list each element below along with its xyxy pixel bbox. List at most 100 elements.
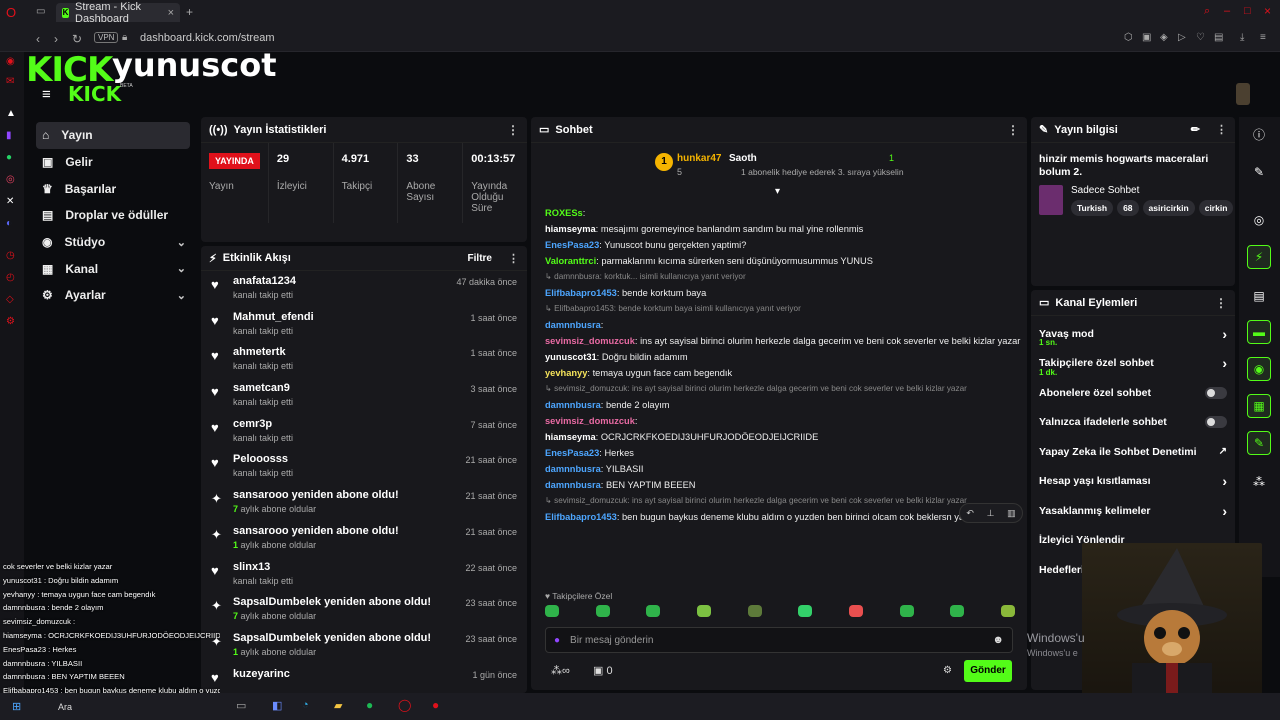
channel-action-item[interactable]: Takipçilere özel sohbet 1 dk. › [1031,349,1235,379]
sidebar-item-yayin[interactable]: ⌂ Yayın [36,122,190,149]
more-icon[interactable]: ⋮ [507,123,519,137]
app-taskbar-icon[interactable]: ● [432,698,439,712]
reply-context[interactable]: ↳ sevimsiz_domuzcuk: ins ayt sayisal bir… [531,383,1027,395]
minimize-icon[interactable]: – [1224,5,1230,17]
windows-start-icon[interactable]: ⊞ [12,700,21,713]
folder-icon[interactable]: ▰ [334,699,342,712]
camera-icon[interactable]: ◎ [1247,208,1271,232]
activity-item[interactable]: ♥ sametcan9 kanalı takip etti 3 saat önce [201,378,527,414]
points-icon[interactable]: ⁂∞ [551,664,570,677]
leader-user[interactable]: hunkar47 [677,153,721,164]
emote-icon[interactable] [950,605,965,617]
chat-username[interactable]: damnnbusra [545,480,601,490]
category-name[interactable]: Sadece Sohbet [1071,185,1227,196]
forward-icon[interactable]: › [54,32,58,46]
chat-username[interactable]: sevimsiz_domuzcuk [545,416,635,426]
chat-message[interactable]: EnesPasa23: Herkes [531,447,1027,459]
info-icon[interactable]: ⓘ [1247,122,1271,146]
chat-username[interactable]: ROXESs [545,208,583,218]
aria-icon[interactable]: ▲ [6,108,16,119]
chat-username[interactable]: yunuscot31 [545,352,597,362]
send-button[interactable]: Gönder [964,660,1012,682]
channel-action-item[interactable]: Yalnızca ifadelerle sohbet [1031,408,1235,438]
tag[interactable]: cirkin [1198,200,1234,216]
chat-username[interactable]: damnnbusra [545,400,601,410]
emote-icon[interactable] [545,605,559,617]
broadcast-toggle-icon[interactable]: ◉ [1247,357,1271,381]
instagram-icon[interactable]: ◎ [6,174,15,185]
mic-icon[interactable]: ● [554,635,560,646]
edit-icon[interactable]: ✏︎ [1191,123,1200,136]
tab-menu-icon[interactable]: ▭ [36,6,45,17]
filter-button[interactable]: Filtre [468,253,492,264]
sidebar-item-droplar[interactable]: ▤ Droplar ve ödüller [36,202,190,229]
activity-item[interactable]: ♥ Pelooosss kanalı takip etti 21 saat önce [201,449,527,485]
sidebar-item-gelir[interactable]: ▣ Gelir [36,149,190,176]
back-icon[interactable]: ‹ [36,32,40,46]
clipboard-icon[interactable]: ▤ [1247,284,1271,308]
spotify-icon[interactable]: ● [366,698,373,712]
chat-message[interactable]: ROXESs: [531,207,1027,219]
activity-toggle-icon[interactable]: ▦ [1247,394,1271,418]
chat-username[interactable]: Elifbabapro1453 [545,288,617,298]
more-widgets-icon[interactable]: ⁂ [1247,470,1271,494]
chat-username[interactable]: EnesPasa23 [545,240,599,250]
task-view-icon[interactable]: ▭ [236,699,246,712]
x-icon[interactable]: ✕ [6,196,14,207]
pencil-icon[interactable]: ✎ [1247,160,1271,184]
sidebar-item-studyo[interactable]: ◉ Stüdyo ⌄ [36,229,190,256]
channel-action-item[interactable]: Hesap yaşı kısıtlaması › [1031,467,1235,497]
chat-message[interactable]: Valoranttrci: parmaklarımı kıcıma sürerk… [531,255,1027,267]
teams-icon[interactable]: ◧ [272,699,282,712]
history-icon[interactable]: ◷ [6,250,15,261]
wrench-toggle-icon[interactable]: ✎ [1247,431,1271,455]
search-icon[interactable]: ⌕ [1204,5,1210,18]
chat-username[interactable]: Elifbabapro1453 [545,512,617,522]
maximize-icon[interactable]: □ [1244,5,1251,17]
reply-context[interactable]: ↳ Elifbabapro1453: bende korktum baya is… [531,303,1027,315]
discord-icon[interactable]: ◐ [6,218,12,229]
chat-settings-icon[interactable]: ⚙ [943,665,952,676]
wallet-icon[interactable]: ▤ [1214,32,1223,43]
toggle-switch[interactable] [1205,416,1227,429]
emote-icon[interactable] [646,605,661,617]
activity-item[interactable]: ♥ anafata1234 kanalı takip etti 47 dakika ö… [201,271,527,307]
emote-icon[interactable] [1000,605,1015,617]
menu-icon[interactable]: ≡ [1260,32,1266,43]
activity-item[interactable]: ✦ sansarooo yeniden abone oldu! 7 aylık ab… [201,485,527,521]
heart-icon[interactable]: ♡ [1196,32,1205,43]
emote-icon[interactable] [848,605,863,617]
more-icon[interactable]: ⋮ [1007,123,1019,137]
chat-input-placeholder[interactable]: Bir mesaj gönderin [570,635,653,646]
chat-message[interactable]: yunuscot31: Doğru bildin adamım [531,351,1027,363]
reply-context[interactable]: ↳ damnnbusra: korktuk... isimli kullanıc… [531,271,1027,283]
opera-logo-icon[interactable]: O [6,5,16,20]
chat-username[interactable]: sevimsiz_domuzcuk [545,336,635,346]
cube-icon[interactable]: ◇ [6,294,14,305]
collapse-icon[interactable]: ▾ [775,186,780,197]
activity-item[interactable]: ♥ ahmetertk kanalı takip etti 1 saat önce [201,342,527,378]
chat-message[interactable]: hiamseyma: OCRJCRKFKOEDIJ3UHFURJODÖEODJE… [531,431,1027,443]
activity-item[interactable]: ✦ SapsalDumbelek yeniden abone oldu! 7 ayl… [201,592,527,628]
kick-small-logo[interactable]: KICK [68,82,121,106]
whatsapp-icon[interactable]: ● [6,152,12,163]
more-icon[interactable]: ⋮ [508,252,519,265]
channel-action-item[interactable]: Yavaş mod 1 sn. › [1031,319,1235,349]
toggle-switch[interactable] [1205,386,1227,399]
messenger-icon[interactable]: ◉ [6,56,15,67]
chat-username[interactable]: EnesPasa23 [545,448,599,458]
sidebar-item-basarilar[interactable]: ♛ Başarılar [36,175,190,202]
chat-message[interactable]: yevhanyy: temaya uygun face cam begendık [531,367,1027,379]
gift-icon[interactable]: ▣ 0 [593,664,613,677]
channel-action-item[interactable]: Yapay Zeka ile Sohbet Denetimi ↗ [1031,437,1235,467]
chat-username[interactable]: damnnbusra [545,320,601,330]
emote-icon[interactable] [747,605,762,617]
reply-context[interactable]: ↳ sevimsiz_domuzcuk: ins ayt sayisal bir… [531,495,1027,507]
sidebar-item-ayarlar[interactable]: ⚙ Ayarlar ⌄ [36,282,190,309]
activity-item[interactable]: ♥ kuzeyarinc 1 gün önce [201,664,527,693]
tag[interactable]: 68 [1117,200,1139,216]
emoji-icon[interactable]: ☻ [992,634,1004,646]
sidebar-item-kanal[interactable]: ▦ Kanal ⌄ [36,255,190,282]
close-window-icon[interactable]: × [1264,4,1271,18]
chat-username[interactable]: hiamseyma [545,224,596,234]
